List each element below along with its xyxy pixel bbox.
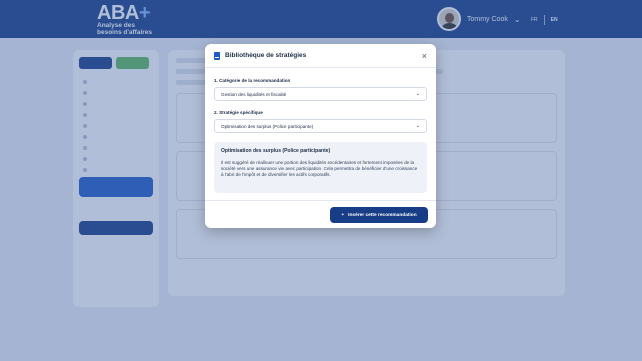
- strategy-description: Optimisation des surplus (Police partici…: [214, 142, 427, 193]
- modal-footer: + Insérer cette recommandation: [205, 200, 436, 228]
- strategy-select-value: Optimisation des surplus (Police partici…: [221, 123, 314, 129]
- description-text: Il est suggéré de réallouer une portion …: [221, 160, 418, 178]
- chevron-down-icon: ⌄: [415, 123, 420, 129]
- plus-icon: +: [341, 212, 345, 218]
- modal-header: Bibliothèque de stratégies ×: [205, 44, 436, 68]
- strategy-label: 2. Stratégie spécifique: [214, 110, 263, 115]
- insert-recommendation-button[interactable]: + Insérer cette recommandation: [330, 207, 428, 223]
- insert-button-label: Insérer cette recommandation: [348, 212, 417, 218]
- category-select[interactable]: Gestion des liquidités et fiscalité ⌄: [214, 87, 427, 101]
- strategy-library-modal: Bibliothèque de stratégies × 1. Catégori…: [205, 44, 436, 228]
- category-label: 1. Catégorie de la recommandation: [214, 78, 291, 83]
- category-select-value: Gestion des liquidités et fiscalité: [221, 91, 287, 97]
- strategy-select[interactable]: Optimisation des surplus (Police partici…: [214, 119, 427, 133]
- modal-title: Bibliothèque de stratégies: [225, 52, 307, 59]
- description-title: Optimisation des surplus (Police partici…: [221, 148, 331, 154]
- close-icon[interactable]: ×: [422, 51, 427, 61]
- chevron-down-icon: ⌄: [415, 91, 420, 97]
- book-icon: [214, 51, 220, 60]
